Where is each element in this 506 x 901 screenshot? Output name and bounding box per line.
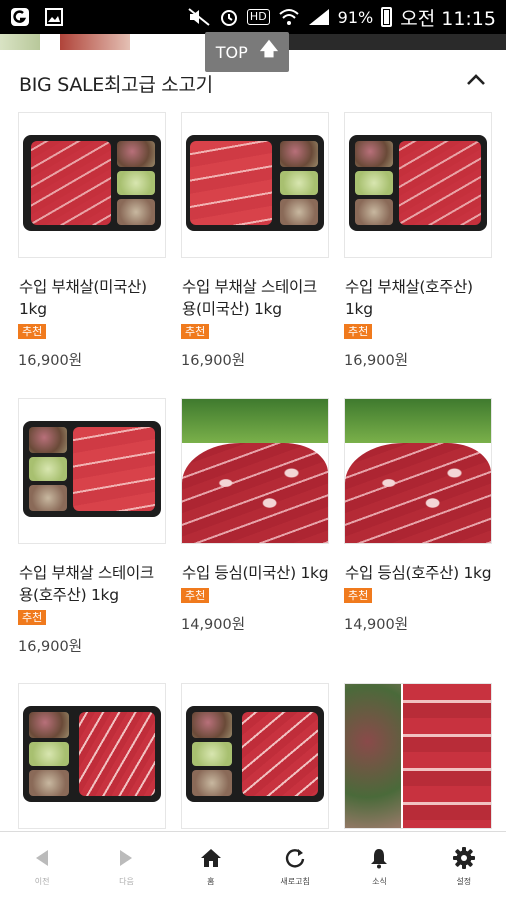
battery-icon bbox=[381, 7, 393, 27]
nav-news-label: 소식 bbox=[372, 877, 387, 886]
product-card[interactable]: 수입 부채살(미국산) 1kg 추천 16,900원 bbox=[18, 112, 166, 370]
product-name[interactable]: 수입 등심(호주산) 1kg bbox=[344, 562, 492, 584]
wifi-icon bbox=[279, 9, 299, 25]
back-arrow-icon bbox=[30, 846, 54, 870]
recommend-badge: 추천 bbox=[181, 588, 210, 603]
gear-icon bbox=[452, 846, 476, 870]
nav-home-label: 홈 bbox=[207, 877, 215, 886]
product-image[interactable] bbox=[181, 398, 329, 544]
hd-icon: HD bbox=[246, 9, 270, 25]
product-card[interactable]: 수입 부채살 스테이크용(미국산) 1kg 추천 16,900원 bbox=[181, 112, 329, 370]
bell-icon bbox=[367, 846, 391, 870]
product-name[interactable]: 수입 등심(미국산) 1kg bbox=[181, 562, 329, 584]
home-icon bbox=[199, 846, 223, 870]
product-card[interactable] bbox=[344, 683, 492, 829]
product-card[interactable]: 수입 등심(호주산) 1kg 추천 14,900원 bbox=[344, 398, 492, 634]
alarm-icon bbox=[220, 10, 237, 26]
product-price: 16,900원 bbox=[18, 639, 83, 655]
nav-forward-label: 다음 bbox=[119, 877, 134, 886]
product-image[interactable] bbox=[18, 112, 166, 258]
nav-settings-label: 설정 bbox=[456, 877, 472, 886]
nav-news[interactable]: 소식 bbox=[337, 832, 421, 901]
bottom-navigation: 이전 다음 홈 새로고침 소식 설정 bbox=[0, 831, 506, 901]
nav-refresh[interactable]: 새로고침 bbox=[253, 832, 337, 901]
status-time: 오전 11:15 bbox=[400, 7, 496, 30]
refresh-icon bbox=[283, 846, 307, 870]
product-image[interactable] bbox=[344, 112, 492, 258]
recommend-badge: 추천 bbox=[181, 324, 210, 339]
recommend-badge: 추천 bbox=[344, 588, 373, 603]
nav-back[interactable]: 이전 bbox=[0, 832, 84, 901]
product-card[interactable] bbox=[181, 683, 329, 829]
nav-forward[interactable]: 다음 bbox=[84, 832, 168, 901]
product-card[interactable] bbox=[18, 683, 166, 829]
product-card[interactable]: 수입 부채살 스테이크용(호주산) 1kg 추천 16,900원 bbox=[18, 398, 166, 656]
nav-settings[interactable]: 설정 bbox=[422, 832, 506, 901]
gallery-icon bbox=[45, 8, 63, 26]
signal-icon bbox=[308, 9, 329, 25]
product-image[interactable] bbox=[181, 112, 329, 258]
product-image[interactable] bbox=[344, 683, 492, 829]
product-name[interactable]: 수입 부채살(호주산) 1kg bbox=[344, 276, 492, 320]
recommend-badge: 추천 bbox=[18, 610, 47, 625]
product-image[interactable] bbox=[18, 398, 166, 544]
product-card[interactable]: 수입 등심(미국산) 1kg 추천 14,900원 bbox=[181, 398, 329, 634]
chevron-up-icon[interactable] bbox=[464, 68, 488, 92]
product-price: 16,900원 bbox=[181, 353, 246, 369]
top-label: TOP bbox=[215, 42, 248, 62]
section-header: BIG SALE최고급 소고기 bbox=[0, 62, 506, 104]
nav-refresh-label: 새로고침 bbox=[280, 877, 310, 886]
product-image[interactable] bbox=[18, 683, 166, 829]
battery-percent: 91% bbox=[337, 7, 374, 27]
product-card[interactable]: 수입 부채살(호주산) 1kg 추천 16,900원 bbox=[344, 112, 492, 370]
forward-arrow-icon bbox=[114, 846, 138, 870]
product-image[interactable] bbox=[181, 683, 329, 829]
notification-icon bbox=[11, 8, 29, 26]
product-price: 16,900원 bbox=[344, 353, 409, 369]
mute-icon bbox=[188, 8, 210, 26]
recommend-badge: 추천 bbox=[18, 324, 47, 339]
status-bar: HD 91% 오전 11:15 bbox=[0, 0, 506, 34]
section-title: BIG SALE최고급 소고기 bbox=[19, 74, 213, 96]
recommend-badge: 추천 bbox=[344, 324, 373, 339]
product-image[interactable] bbox=[344, 398, 492, 544]
product-price: 14,900원 bbox=[344, 617, 409, 633]
nav-home[interactable]: 홈 bbox=[169, 832, 253, 901]
product-price: 16,900원 bbox=[18, 353, 83, 369]
product-name[interactable]: 수입 부채살(미국산) 1kg bbox=[18, 276, 166, 320]
product-name[interactable]: 수입 부채살 스테이크용(미국산) 1kg bbox=[181, 276, 329, 320]
nav-back-label: 이전 bbox=[34, 877, 50, 886]
product-price: 14,900원 bbox=[181, 617, 246, 633]
product-name[interactable]: 수입 부채살 스테이크용(호주산) 1kg bbox=[18, 562, 166, 606]
